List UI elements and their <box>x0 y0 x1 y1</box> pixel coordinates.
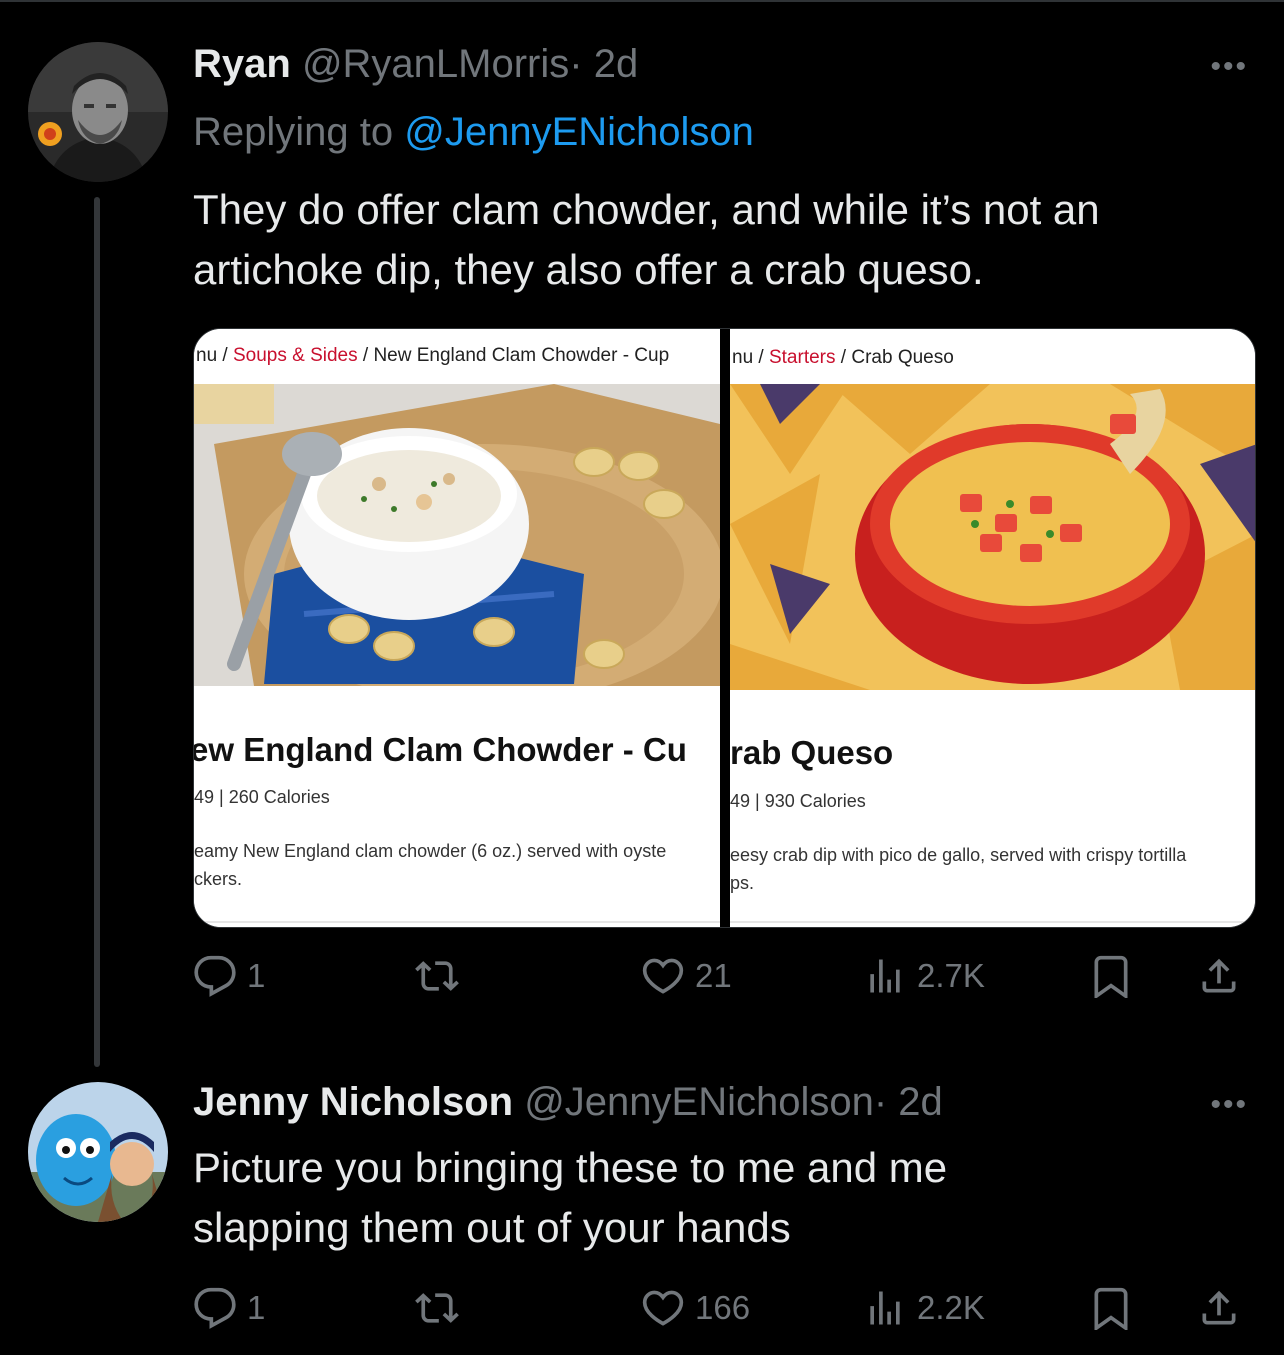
mention-link[interactable]: @JennyENicholson <box>404 110 754 154</box>
author-handle[interactable]: @RyanLMorris <box>302 42 569 86</box>
reply-count: 1 <box>247 957 266 994</box>
media-clam-chowder[interactable]: nu / Soups & Sides / New England Clam Ch… <box>194 329 720 927</box>
media-crab-queso[interactable]: nu / Starters / Crab Queso rab Queso 49 … <box>730 329 1255 927</box>
item-description: eesy crab dip with pico de gallo, served… <box>730 845 1187 893</box>
views-icon <box>870 959 900 993</box>
reply-icon <box>194 955 236 997</box>
tweet-text: They do offer clam chowder, and while it… <box>193 186 1100 293</box>
bookmark-icon <box>1094 955 1128 998</box>
share-button[interactable] <box>1197 1286 1241 1330</box>
retweet-button[interactable] <box>415 954 469 998</box>
more-icon[interactable]: ••• <box>1210 1088 1248 1122</box>
card-divider <box>194 921 720 923</box>
view-count: 2.2K <box>917 1289 985 1326</box>
retweet-icon <box>415 961 459 991</box>
card-divider <box>730 921 1255 923</box>
reply-button[interactable]: 1 <box>193 1286 265 1330</box>
item-calories: 49 | 260 Calories <box>194 787 330 807</box>
thread-line <box>94 197 100 1067</box>
tweet-text: Picture you bringing these to me and me … <box>193 1138 1253 1258</box>
bookmark-button[interactable] <box>1089 1286 1133 1330</box>
breadcrumb: nu / Soups & Sides / New England Clam Ch… <box>196 345 670 366</box>
views-button[interactable]: 2.2K <box>863 1286 985 1330</box>
views-icon <box>870 1291 900 1325</box>
reply-icon <box>194 1287 236 1329</box>
author-handle[interactable]: @JennyENicholson <box>524 1080 874 1124</box>
bookmark-button[interactable] <box>1089 954 1133 998</box>
replying-to: Replying to @JennyENicholson <box>193 108 754 156</box>
share-icon <box>1202 1290 1236 1325</box>
replying-prefix: Replying to <box>193 110 394 154</box>
like-icon <box>642 1290 684 1326</box>
action-bar: 1 21 2.7K <box>193 954 1253 1004</box>
reply-count: 1 <box>247 1289 266 1326</box>
tweet-text-line: Picture you bringing these to me and me <box>193 1144 948 1191</box>
timestamp[interactable]: · 2d <box>569 42 638 86</box>
item-description: eamy New England clam chowder (6 oz.) se… <box>194 841 667 889</box>
reply-button[interactable]: 1 <box>193 954 265 998</box>
tweet-jenny[interactable]: Jenny Nicholson @JennyENicholson· 2d •••… <box>0 1060 1284 1355</box>
share-button[interactable] <box>1197 954 1241 998</box>
item-title: rab Queso <box>730 734 894 771</box>
tweet-header: Ryan @RyanLMorris· 2d <box>193 40 638 88</box>
retweet-icon <box>415 1293 459 1323</box>
like-count: 21 <box>695 957 732 994</box>
share-icon <box>1202 958 1236 993</box>
chowder-photo <box>194 384 720 686</box>
action-bar: 1 166 2.2K <box>193 1286 1253 1336</box>
item-calories: 49 | 930 Calories <box>730 791 866 811</box>
tweet-text-line: slapping them out of your hands <box>193 1204 791 1251</box>
avatar-jenny[interactable] <box>28 1082 168 1222</box>
like-icon <box>642 958 684 994</box>
avatar-ryan[interactable] <box>28 42 168 182</box>
tweet-header: Jenny Nicholson @JennyENicholson· 2d <box>193 1078 943 1126</box>
collage-divider <box>720 329 730 927</box>
item-title: ew England Clam Chowder - Cu <box>194 731 687 768</box>
bookmark-icon <box>1094 1287 1128 1330</box>
author-name[interactable]: Ryan <box>193 42 291 86</box>
views-button[interactable]: 2.7K <box>863 954 985 998</box>
queso-photo <box>730 384 1255 690</box>
breadcrumb: nu / Starters / Crab Queso <box>732 347 954 368</box>
like-button[interactable]: 21 <box>641 954 732 998</box>
view-count: 2.7K <box>917 957 985 994</box>
retweet-button[interactable] <box>415 1286 469 1330</box>
author-name[interactable]: Jenny Nicholson <box>193 1080 513 1124</box>
like-count: 166 <box>695 1289 751 1326</box>
tweet-media[interactable]: nu / Soups & Sides / New England Clam Ch… <box>193 328 1256 928</box>
tweet-ryan[interactable]: Ryan @RyanLMorris· 2d ••• Replying to @J… <box>0 0 1284 1067</box>
more-icon[interactable]: ••• <box>1210 50 1248 84</box>
timestamp[interactable]: · 2d <box>874 1080 943 1124</box>
like-button[interactable]: 166 <box>641 1286 750 1330</box>
